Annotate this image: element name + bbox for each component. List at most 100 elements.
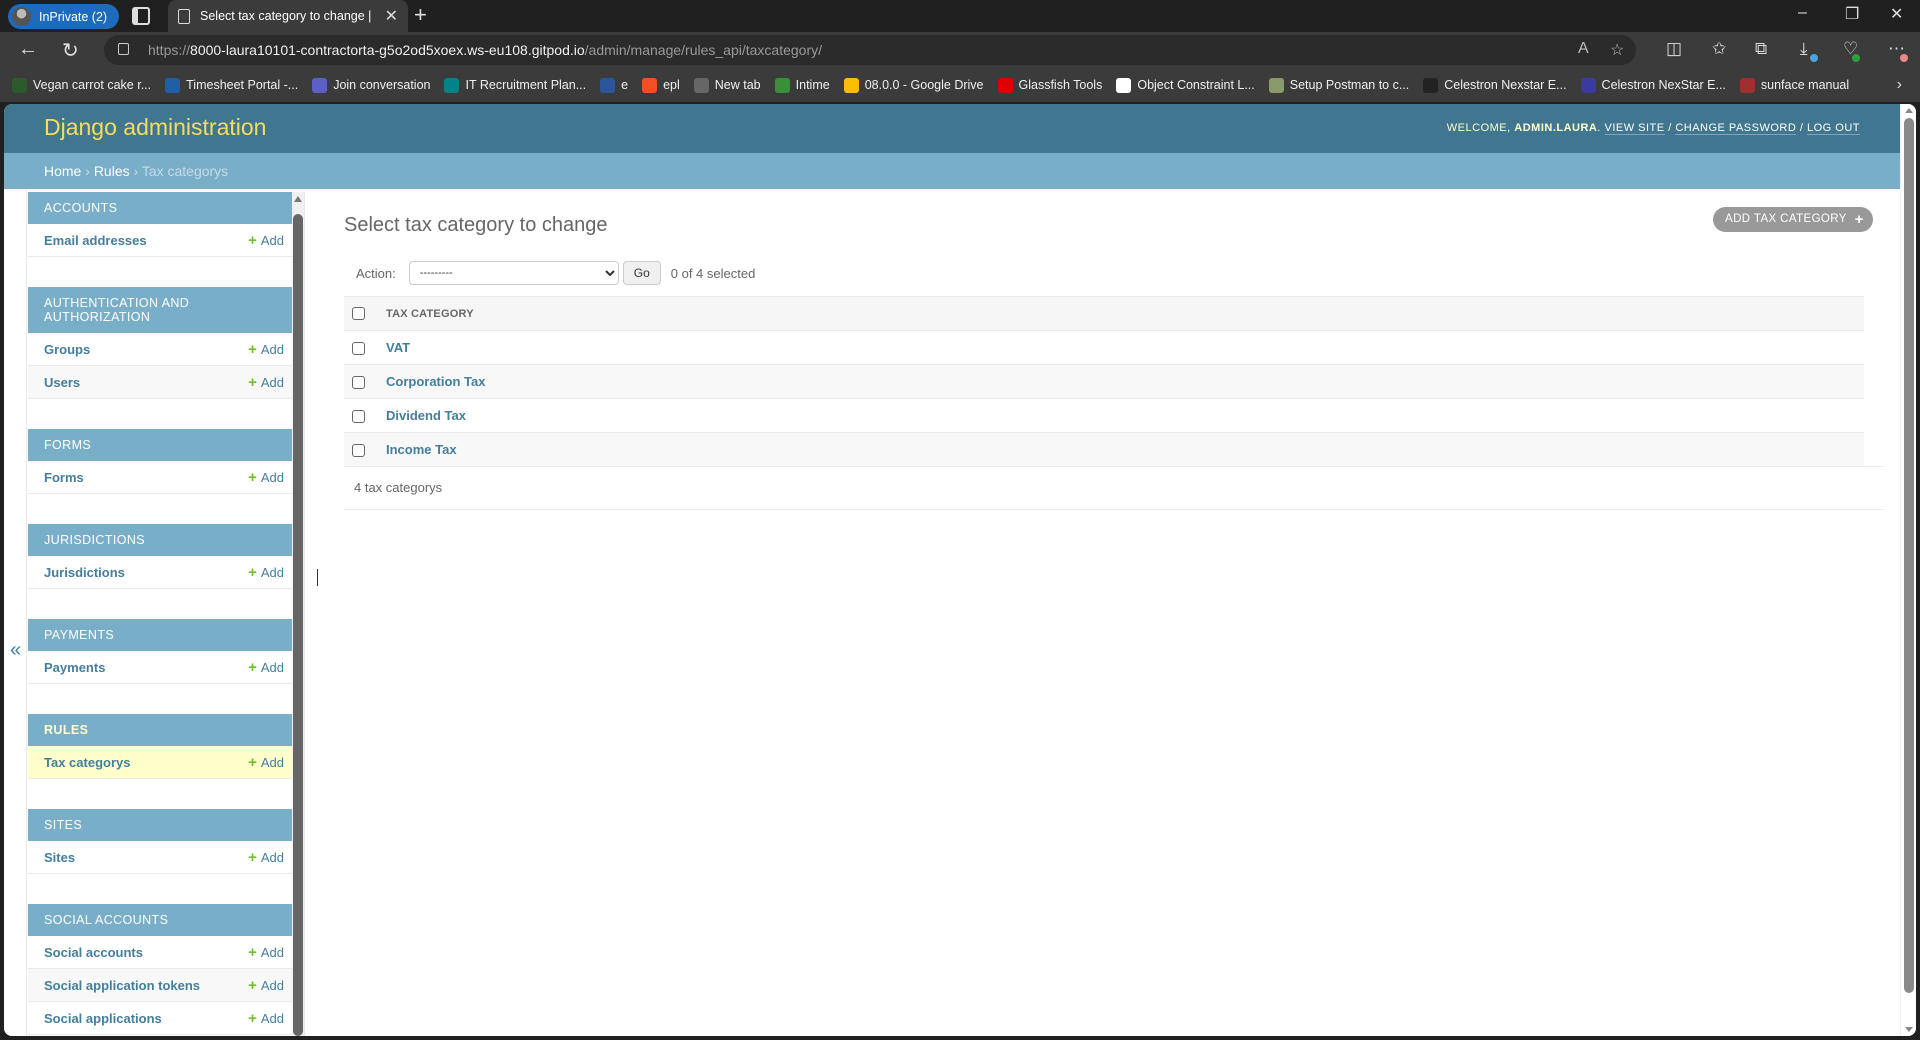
sidebar-item-link[interactable]: Jurisdictions <box>44 565 125 580</box>
sidebar-module-caption[interactable]: Payments <box>28 619 292 651</box>
sidebar-module-caption[interactable]: Accounts <box>28 192 292 224</box>
separator: / <box>1668 122 1672 134</box>
bookmarks-bar: Vegan carrot cake r... Timesheet Portal -… <box>0 68 1920 102</box>
browser-tab-active[interactable]: Select tax category to change | D ✕ <box>168 0 408 32</box>
sidebar-add-link[interactable]: + Add <box>248 944 284 961</box>
row-checkbox[interactable] <box>352 376 365 390</box>
bookmark-item[interactable]: 08.0.0 - Google Drive <box>843 77 984 93</box>
site-branding[interactable]: Django administration <box>44 114 266 141</box>
select-all-checkbox[interactable] <box>352 307 365 320</box>
sidebar-item-link[interactable]: Payments <box>44 660 105 675</box>
bookmark-item[interactable]: Timesheet Portal -... <box>165 77 298 93</box>
sidebar-module-caption[interactable]: Social Accounts <box>28 904 292 936</box>
restore-icon[interactable]: ❐ <box>1845 4 1859 24</box>
toggle-sidebar-button[interactable]: « <box>4 189 27 1036</box>
tax-category-link[interactable]: Income Tax <box>386 442 457 457</box>
bookmark-item[interactable]: Intime <box>774 77 830 93</box>
sidebar-item-link[interactable]: Forms <box>44 470 84 485</box>
sidebar-item-link[interactable]: Users <box>44 375 80 390</box>
breadcrumb-home[interactable]: Home <box>44 163 81 179</box>
sidebar-add-link[interactable]: + Add <box>248 564 284 581</box>
bookmark-item[interactable]: IT Recruitment Plan... <box>444 77 586 93</box>
bookmark-item[interactable]: Object Constraint L... <box>1116 77 1255 93</box>
sidebar-add-link[interactable]: + Add <box>248 754 284 771</box>
tax-category-link[interactable]: Dividend Tax <box>386 408 466 423</box>
bookmark-item[interactable]: Setup Postman to c... <box>1268 77 1409 93</box>
nav-sidebar: Accounts Email addresses + Add Authentica… <box>28 192 292 1036</box>
sidebar-add-link[interactable]: + Add <box>248 1010 284 1027</box>
breadcrumb-rules[interactable]: Rules <box>94 163 130 179</box>
sidebar-item-link[interactable]: Social accounts <box>44 945 143 960</box>
page-scrollbar-thumb[interactable] <box>1904 118 1914 993</box>
sidebar-module-caption[interactable]: Sites <box>28 809 292 841</box>
sidebar-scrollbar[interactable] <box>292 192 304 1036</box>
bookmark-item[interactable]: Celestron NexStar E... <box>1580 77 1726 93</box>
bookmark-item[interactable]: New tab <box>693 77 761 93</box>
sidebar-module-caption[interactable]: Jurisdictions <box>28 524 292 556</box>
inprivate-profile-button[interactable]: InPrivate (2) <box>8 4 120 29</box>
bookmark-item[interactable]: Celestron Nexstar E... <box>1423 77 1567 93</box>
bookmark-item[interactable]: Glassfish Tools <box>997 77 1102 93</box>
minimize-icon[interactable]: – <box>1798 4 1807 22</box>
tax-category-link[interactable]: Corporation Tax <box>386 374 485 389</box>
scroll-down-arrow-icon[interactable] <box>1905 1027 1913 1032</box>
add-tax-category-button[interactable]: Add tax category + <box>1713 207 1873 232</box>
bookmarks-overflow-chevron-icon[interactable]: › <box>1897 76 1902 94</box>
go-button[interactable]: Go <box>622 261 661 285</box>
bookmark-label: Celestron NexStar E... <box>1601 78 1726 92</box>
add-tax-category-label: Add tax category <box>1725 213 1847 225</box>
tax-category-link[interactable]: VAT <box>386 340 410 355</box>
log-out-link[interactable]: Log out <box>1806 122 1860 135</box>
sidebar-item-link[interactable]: Social application tokens <box>44 978 200 993</box>
plus-icon: + <box>248 848 257 866</box>
collections-icon[interactable]: ⧉ <box>1755 39 1767 59</box>
scroll-up-arrow-icon[interactable] <box>1905 108 1913 113</box>
sidebar-add-link[interactable]: + Add <box>248 232 284 249</box>
change-password-link[interactable]: Change password <box>1675 122 1797 135</box>
close-tab-icon[interactable]: ✕ <box>385 6 398 26</box>
sidebar-item-link[interactable]: Social applications <box>44 1011 162 1026</box>
sidebar-module-caption[interactable]: Rules <box>28 714 292 746</box>
browser-titlebar: InPrivate (2) Select tax category to cha… <box>0 0 1920 32</box>
sidebar-module-caption[interactable]: Authentication and Authorization <box>28 287 292 333</box>
downloads-icon[interactable]: ⤓ <box>1800 39 1808 59</box>
row-checkbox[interactable] <box>352 410 365 424</box>
split-screen-icon[interactable]: ◫ <box>1666 39 1682 59</box>
column-header-tax-category[interactable]: Tax category <box>378 296 1864 331</box>
new-tab-icon[interactable]: + <box>414 2 427 28</box>
read-aloud-icon[interactable]: A <box>1578 40 1589 58</box>
sidebar-item-link[interactable]: Groups <box>44 342 90 357</box>
bookmark-item[interactable]: Join conversation <box>312 77 430 93</box>
sidebar-add-link[interactable]: + Add <box>248 659 284 676</box>
bookmark-item[interactable]: e <box>600 77 628 93</box>
page-scrollbar[interactable] <box>1900 104 1916 1036</box>
bookmark-item[interactable]: Vegan carrot cake r... <box>12 77 151 93</box>
sidebar-item-link[interactable]: Sites <box>44 850 75 865</box>
close-window-icon[interactable]: ✕ <box>1890 4 1903 24</box>
sidebar-add-link[interactable]: + Add <box>248 374 284 391</box>
page-viewport: Django administration Welcome, admin.lau… <box>4 104 1916 1036</box>
back-icon[interactable]: ← <box>18 38 38 61</box>
favorites-icon[interactable]: ✩ <box>1712 39 1726 59</box>
sidebar-item-link[interactable]: Tax categorys <box>44 755 130 770</box>
scroll-up-arrow-icon[interactable] <box>294 196 302 202</box>
sidebar-scrollbar-thumb[interactable] <box>293 214 303 1036</box>
refresh-icon[interactable]: ↻ <box>62 38 79 63</box>
view-site-link[interactable]: View site <box>1604 122 1665 135</box>
bookmark-item[interactable]: epl <box>642 77 680 93</box>
tab-actions-icon[interactable] <box>132 7 150 25</box>
sidebar-item-link[interactable]: Email addresses <box>44 233 147 248</box>
sidebar-add-link[interactable]: + Add <box>248 469 284 486</box>
row-checkbox[interactable] <box>352 444 365 458</box>
bookmark-item[interactable]: sunface manual <box>1739 77 1849 93</box>
favorite-star-icon[interactable]: ☆ <box>1610 40 1624 60</box>
action-select[interactable]: --------- <box>408 261 619 285</box>
sidebar-add-link[interactable]: + Add <box>248 341 284 358</box>
sidebar-add-link[interactable]: + Add <box>248 977 284 994</box>
row-checkbox[interactable] <box>352 342 365 356</box>
address-bar[interactable]: https://8000-laura10101-contractorta-g5o… <box>104 35 1636 65</box>
sidebar-add-link[interactable]: + Add <box>248 849 284 866</box>
add-label: Add <box>260 849 284 865</box>
tab-title: Select tax category to change | D <box>200 9 375 23</box>
sidebar-module-caption[interactable]: Forms <box>28 429 292 461</box>
